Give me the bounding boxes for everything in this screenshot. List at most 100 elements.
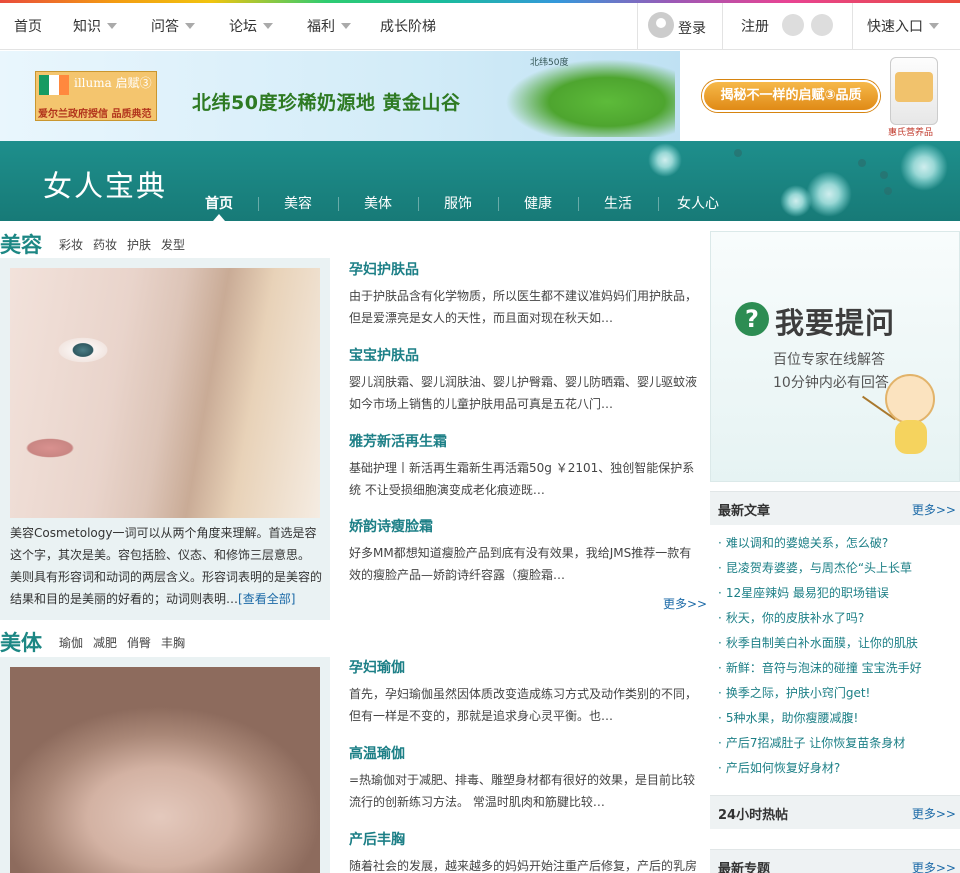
article-summary: 随着社会的发展，越来越多的妈妈开始注重产后修复，产后的乳房 bbox=[349, 859, 698, 873]
nav-forum[interactable]: 论坛 bbox=[229, 16, 273, 36]
top-navigation: 首页 知识 问答 论坛 福利 成长阶梯 登录 注册 快速入口 bbox=[0, 3, 960, 50]
channel-header: 女人宝典 首页 美容 美体 服饰 健康 生活 女人心 bbox=[0, 141, 960, 221]
article-item: 雅芳新活再生霜 基础护理丨新活再生霜新生再活霜50g ￥2101、独创智能保护系… bbox=[349, 431, 701, 501]
list-item[interactable]: · 难以调和的婆媳关系，怎么破? bbox=[710, 531, 960, 556]
flower-decoration bbox=[806, 171, 852, 217]
list-item[interactable]: · 秋季自制美白补水面膜，让你的肌肤 bbox=[710, 631, 960, 656]
divider bbox=[852, 3, 853, 50]
dot-decoration bbox=[858, 159, 866, 167]
widget-more-link[interactable]: 更多>> bbox=[912, 805, 956, 822]
beauty-sub-hairstyle[interactable]: 发型 bbox=[161, 236, 185, 253]
list-item-text: 难以调和的婆媳关系，怎么破? bbox=[725, 536, 889, 550]
widget-header: 最新文章 更多>> bbox=[710, 491, 960, 525]
bullet: · bbox=[718, 561, 722, 575]
dot-decoration bbox=[734, 149, 742, 157]
body-sub-hips[interactable]: 俏臀 bbox=[127, 634, 151, 651]
beauty-feature-image[interactable] bbox=[10, 268, 320, 518]
tab-beauty[interactable]: 美容 bbox=[268, 193, 328, 213]
ad-banner[interactable]: illuma 启赋③ 爱尔兰政府授信 品质典范 北纬50度珍稀奶源地 黄金山谷 … bbox=[0, 51, 960, 141]
bullet: · bbox=[718, 536, 722, 550]
qq-icon[interactable] bbox=[811, 14, 833, 36]
flower-decoration bbox=[900, 143, 948, 191]
beauty-section-title[interactable]: 美容 bbox=[0, 229, 42, 259]
bullet: · bbox=[718, 636, 722, 650]
nav-welfare[interactable]: 福利 bbox=[307, 16, 351, 36]
body-section-title[interactable]: 美体 bbox=[0, 627, 42, 657]
channel-title: 女人宝典 bbox=[43, 169, 168, 203]
list-item-text: 秋天，你的皮肤补水了吗? bbox=[725, 611, 865, 625]
beauty-more-link[interactable]: 更多>> bbox=[663, 595, 707, 612]
tab-body[interactable]: 美体 bbox=[348, 193, 408, 213]
divider bbox=[658, 197, 659, 211]
ireland-flag-icon bbox=[39, 75, 69, 95]
body-sub-bust[interactable]: 丰胸 bbox=[161, 634, 185, 651]
widget-title: 24小时热帖 bbox=[718, 808, 789, 823]
beauty-sub-makeup[interactable]: 彩妆 bbox=[59, 236, 83, 253]
nav-knowledge[interactable]: 知识 bbox=[73, 16, 117, 36]
tab-home[interactable]: 首页 bbox=[189, 193, 249, 213]
article-title[interactable]: 孕妇护肤品 bbox=[349, 259, 701, 279]
chevron-down-icon bbox=[929, 23, 939, 29]
nav-knowledge-label: 知识 bbox=[73, 19, 101, 35]
widget-title: 最新专题 bbox=[718, 862, 771, 873]
list-item[interactable]: · 新鲜：音符与泡沫的碰撞 宝宝洗手好 bbox=[710, 656, 960, 681]
ask-question-box[interactable]: ? 我要提问 百位专家在线解答 10分钟内必有回答 bbox=[710, 231, 960, 482]
article-title[interactable]: 产后丰胸 bbox=[349, 829, 701, 849]
tab-life[interactable]: 生活 bbox=[588, 193, 648, 213]
ask-line-1: 百位专家在线解答 bbox=[773, 352, 885, 368]
login-link[interactable]: 登录 bbox=[678, 18, 706, 38]
list-item-text: 昆凌贺寿婆婆，与周杰伦“头上长草 bbox=[725, 561, 913, 575]
list-item[interactable]: · 秋天，你的皮肤补水了吗? bbox=[710, 606, 960, 631]
weibo-icon[interactable] bbox=[782, 14, 804, 36]
ask-title: 我要提问 bbox=[775, 306, 896, 340]
dot-decoration bbox=[880, 171, 888, 179]
user-icon[interactable] bbox=[648, 12, 674, 38]
body-sub-yoga[interactable]: 瑜伽 bbox=[59, 634, 83, 651]
article-title[interactable]: 娇韵诗瘦脸霜 bbox=[349, 516, 701, 536]
list-item[interactable]: · 昆凌贺寿婆婆，与周杰伦“头上长草 bbox=[710, 556, 960, 581]
quick-entry-menu[interactable]: 快速入口 bbox=[867, 16, 939, 36]
chevron-down-icon bbox=[185, 23, 195, 29]
nav-growth[interactable]: 成长阶梯 bbox=[380, 16, 436, 36]
tab-health[interactable]: 健康 bbox=[508, 193, 568, 213]
article-title[interactable]: 孕妇瑜伽 bbox=[349, 657, 701, 677]
list-item[interactable]: · 产后如何恢复好身材? bbox=[710, 756, 960, 781]
body-sub-slimming[interactable]: 减肥 bbox=[93, 634, 117, 651]
beauty-sub-cosmeceutical[interactable]: 药妆 bbox=[93, 236, 117, 253]
list-item[interactable]: · 产后7招减肚子 让你恢复苗条身材 bbox=[710, 731, 960, 756]
list-item[interactable]: · 5种水果，助你瘦腰减腹! bbox=[710, 706, 960, 731]
article-summary: 婴儿润肤霜、婴儿润肤油、婴儿护臀霜、婴儿防晒霜、婴儿驱蚊液如今市场上销售的儿童护… bbox=[349, 375, 698, 411]
nav-home[interactable]: 首页 bbox=[14, 16, 42, 36]
nav-qa[interactable]: 问答 bbox=[151, 16, 195, 36]
widget-more-link[interactable]: 更多>> bbox=[912, 501, 956, 518]
bullet: · bbox=[718, 586, 722, 600]
brand-logo: illuma 启赋③ 爱尔兰政府授信 品质典范 bbox=[35, 71, 157, 121]
list-item[interactable]: · 换季之际，护肤小窍门get! bbox=[710, 681, 960, 706]
ad-cta-button[interactable]: 揭秘不一样的启赋③品质 bbox=[702, 80, 880, 112]
list-item-text: 产后7招减肚子 让你恢复苗条身材 bbox=[725, 736, 906, 750]
bullet: · bbox=[718, 661, 722, 675]
register-link[interactable]: 注册 bbox=[741, 16, 769, 36]
divider bbox=[578, 197, 579, 211]
article-item: 产后丰胸 随着社会的发展，越来越多的妈妈开始注重产后修复，产后的乳房 bbox=[349, 829, 701, 873]
article-item: 高温瑜伽 =热瑜伽对于减肥、排毒、雕塑身材都有很好的效果，是目前比较流行的创新练… bbox=[349, 743, 701, 813]
map-image bbox=[505, 59, 675, 137]
product-can-image bbox=[890, 57, 938, 125]
article-title[interactable]: 宝宝护肤品 bbox=[349, 345, 701, 365]
article-title[interactable]: 雅芳新活再生霜 bbox=[349, 431, 701, 451]
list-item-text: 12星座辣妈 最易犯的职场错误 bbox=[725, 586, 889, 600]
beauty-sub-skincare[interactable]: 护肤 bbox=[127, 236, 151, 253]
chevron-down-icon bbox=[341, 23, 351, 29]
divider bbox=[258, 197, 259, 211]
map-label: 北纬50度 bbox=[530, 58, 569, 68]
article-item: 孕妇瑜伽 首先，孕妇瑜伽虽然因体质改变造成练习方式及动作类别的不同，但有一样是不… bbox=[349, 657, 701, 727]
article-title[interactable]: 高温瑜伽 bbox=[349, 743, 701, 763]
list-item[interactable]: · 12星座辣妈 最易犯的职场错误 bbox=[710, 581, 960, 606]
tab-heart[interactable]: 女人心 bbox=[668, 193, 728, 213]
widget-more-link[interactable]: 更多>> bbox=[912, 859, 956, 873]
tab-fashion[interactable]: 服饰 bbox=[428, 193, 488, 213]
body-feature-image[interactable] bbox=[10, 667, 320, 873]
list-item-text: 新鲜：音符与泡沫的碰撞 宝宝洗手好 bbox=[725, 661, 922, 675]
view-all-link[interactable]: [查看全部] bbox=[238, 592, 295, 606]
list-item-text: 5种水果，助你瘦腰减腹! bbox=[725, 711, 859, 725]
